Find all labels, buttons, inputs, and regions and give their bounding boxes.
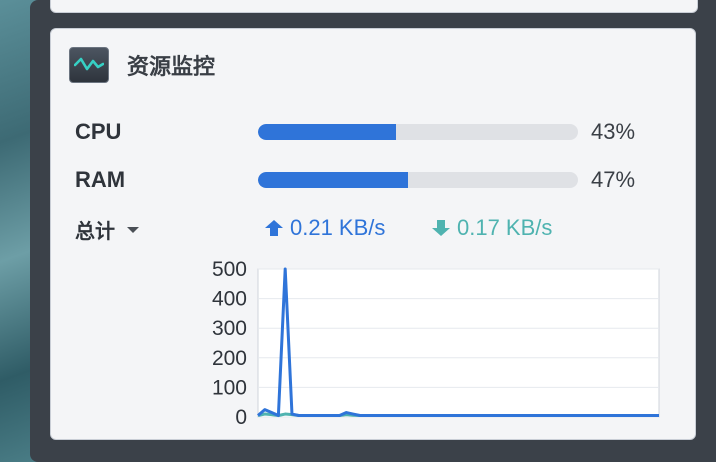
- ram-percent: 47%: [591, 167, 636, 192]
- network-filter-dropdown[interactable]: 总计: [75, 215, 139, 244]
- download-arrow-icon: [432, 220, 450, 236]
- previous-widget-card: [50, 0, 698, 13]
- resource-monitor-widget: 资源监控 CPU 43% RAM 47% 总计 0.21 KB/s 0.17 K…: [50, 28, 696, 440]
- activity-monitor-icon: [69, 47, 109, 83]
- network-traffic-chart: 500 400 300 200 100 0: [212, 258, 660, 429]
- widget-header: 资源监控: [69, 47, 215, 83]
- cpu-usage-bar: [258, 124, 578, 140]
- y-tick-label: 500: [212, 258, 247, 281]
- download-speed-value: 0.17 KB/s: [457, 215, 553, 240]
- y-tick-label: 0: [235, 406, 247, 429]
- cpu-percent: 43%: [591, 119, 636, 144]
- network-filter-label: 总计: [75, 221, 115, 243]
- ram-usage-fill: [258, 172, 409, 188]
- y-tick-label: 100: [212, 376, 247, 399]
- upload-speed-value: 0.21 KB/s: [290, 215, 386, 240]
- cpu-label: CPU: [75, 119, 122, 144]
- y-tick-label: 400: [212, 288, 247, 311]
- ram-usage-bar: [258, 172, 578, 188]
- cpu-usage-fill: [258, 124, 396, 140]
- caret-down-icon: [127, 226, 139, 233]
- pulse-line-icon: [74, 57, 104, 71]
- upload-speed: 0.21 KB/s: [264, 215, 385, 241]
- widget-title: 资源监控: [127, 54, 216, 79]
- download-speed: 0.17 KB/s: [431, 215, 552, 241]
- y-tick-label: 300: [212, 317, 247, 340]
- upload-arrow-icon: [265, 220, 283, 236]
- ram-label: RAM: [75, 167, 126, 192]
- chart-plot-area: [257, 268, 660, 418]
- y-tick-label: 200: [212, 347, 247, 370]
